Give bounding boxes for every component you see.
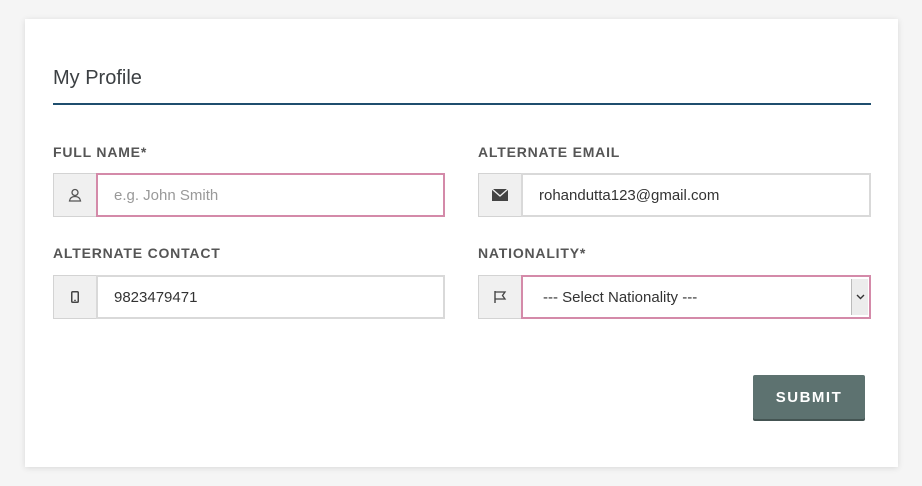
profile-card: My Profile FULL NAME* ALTERNATE EMAIL AL…	[25, 19, 898, 467]
flag-icon	[478, 275, 521, 319]
alternate-contact-input[interactable]	[96, 275, 445, 319]
alternate-email-input[interactable]	[521, 173, 871, 217]
chevron-down-icon[interactable]	[851, 279, 868, 315]
full-name-label: FULL NAME*	[53, 144, 148, 160]
page-title: My Profile	[53, 67, 142, 89]
mobile-phone-icon	[53, 275, 96, 319]
alternate-email-field	[478, 173, 871, 217]
nationality-select[interactable]: --- Select Nationality ---	[521, 275, 871, 319]
title-divider	[53, 103, 871, 105]
user-icon	[53, 173, 96, 217]
nationality-label: NATIONALITY*	[478, 245, 587, 261]
nationality-selected-value: --- Select Nationality ---	[543, 288, 698, 306]
full-name-field	[53, 173, 445, 217]
submit-button[interactable]: SUBMIT	[753, 375, 865, 419]
envelope-icon	[478, 173, 521, 217]
alternate-email-label: ALTERNATE EMAIL	[478, 144, 621, 160]
alternate-contact-label: ALTERNATE CONTACT	[53, 245, 221, 261]
nationality-field: --- Select Nationality ---	[478, 275, 871, 319]
full-name-input[interactable]	[96, 173, 445, 217]
alternate-contact-field	[53, 275, 445, 319]
